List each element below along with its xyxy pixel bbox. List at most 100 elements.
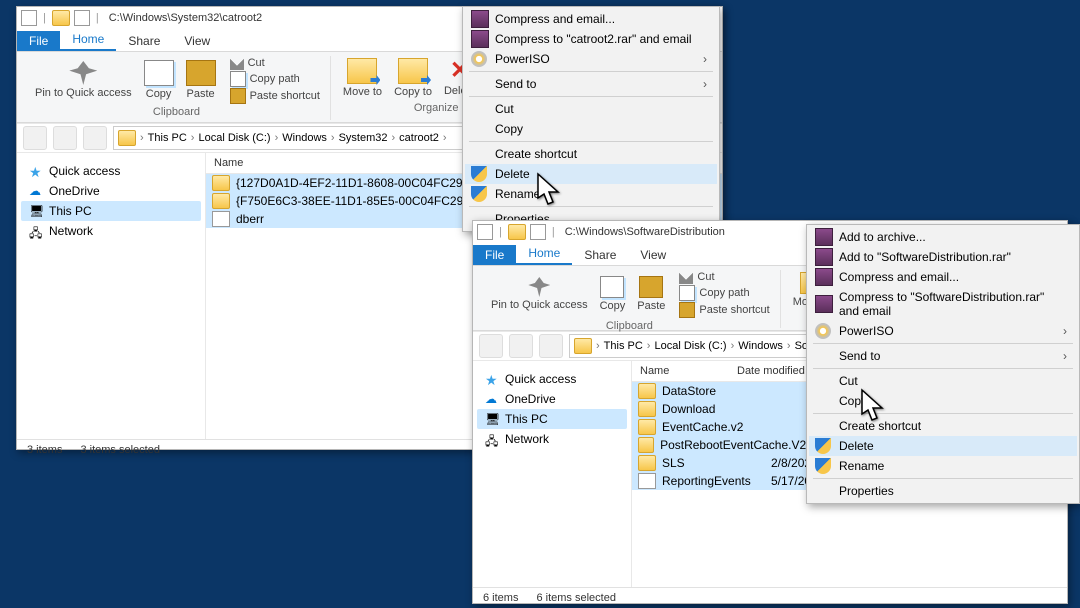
nav-item-onedrive[interactable]: ☁OneDrive xyxy=(477,389,627,409)
crumb-windows[interactable]: Windows xyxy=(282,132,327,144)
copy-button[interactable]: Copy xyxy=(596,274,630,314)
rar-icon xyxy=(815,248,833,266)
nav-item-label: This PC xyxy=(505,412,548,426)
ctx-rename[interactable]: Rename xyxy=(809,456,1077,476)
file-name: DataStore xyxy=(662,384,771,398)
title-path: C:\Windows\SoftwareDistribution xyxy=(565,226,725,238)
ctx-label: Copy xyxy=(839,394,867,408)
ctx-poweriso[interactable]: PowerISO › xyxy=(809,321,1077,341)
separator xyxy=(813,343,1073,344)
nav-item-label: This PC xyxy=(49,204,92,218)
pasteshortcut-button[interactable]: Paste shortcut xyxy=(677,302,771,318)
pasteshortcut-button[interactable]: Paste shortcut xyxy=(228,88,322,104)
system-menu-icon[interactable] xyxy=(21,10,37,26)
context-menu-2[interactable]: Add to archive...Add to "SoftwareDistrib… xyxy=(806,224,1080,504)
qat-icon[interactable] xyxy=(74,10,90,26)
copyto-button[interactable]: Copy to xyxy=(390,56,436,100)
nav-item-this-pc[interactable]: 🖥This PC xyxy=(21,201,201,221)
ctx-properties[interactable]: Properties xyxy=(809,481,1077,501)
rar-icon xyxy=(815,295,833,313)
ctx-compress-to-catroot-rar-and-email[interactable]: Compress to "catroot2.rar" and email xyxy=(465,29,717,49)
crumb-c[interactable]: Local Disk (C:) xyxy=(654,340,726,352)
tab-home[interactable]: Home xyxy=(516,243,572,265)
back-button[interactable] xyxy=(23,126,47,150)
paste-button[interactable]: Paste xyxy=(633,274,669,314)
copypath-button[interactable]: Copy path xyxy=(228,71,322,87)
copy-button[interactable]: Copy xyxy=(140,58,178,102)
separator xyxy=(813,478,1073,479)
status-selected: 6 items selected xyxy=(536,592,615,604)
up-button[interactable] xyxy=(539,334,563,358)
forward-button[interactable] xyxy=(509,334,533,358)
ctx-rename[interactable]: Rename xyxy=(465,184,717,204)
status-selected: 3 items selected xyxy=(80,444,159,456)
crumb-c[interactable]: Local Disk (C:) xyxy=(198,132,270,144)
nav-item-label: OneDrive xyxy=(49,184,100,198)
up-button[interactable] xyxy=(83,126,107,150)
ctx-copy[interactable]: Copy xyxy=(809,391,1077,411)
ctx-label: Compress and email... xyxy=(495,12,615,26)
nav-item-network[interactable]: 🖧Network xyxy=(477,429,627,449)
moveto-button[interactable]: Move to xyxy=(339,56,386,100)
ctx-add-to-softwaredistribution-rar-[interactable]: Add to "SoftwareDistribution.rar" xyxy=(809,247,1077,267)
folder-icon xyxy=(638,383,656,399)
tab-share[interactable]: Share xyxy=(572,245,628,265)
tab-file[interactable]: File xyxy=(17,31,60,51)
ctx-label: PowerISO xyxy=(839,324,894,338)
nav-item-onedrive[interactable]: ☁OneDrive xyxy=(21,181,201,201)
tab-view[interactable]: View xyxy=(628,245,678,265)
copypath-button[interactable]: Copy path xyxy=(677,285,771,301)
ctx-delete[interactable]: Delete xyxy=(809,436,1077,456)
context-menu-1[interactable]: Compress and email... Compress to "catroo… xyxy=(462,6,720,232)
submenu-arrow-icon: › xyxy=(1063,324,1067,338)
crumb-catroot2[interactable]: catroot2 xyxy=(399,132,439,144)
star-icon: ★ xyxy=(485,372,499,386)
tab-view[interactable]: View xyxy=(172,31,222,51)
crumb-thispc[interactable]: This PC xyxy=(148,132,187,144)
ctx-label: Create shortcut xyxy=(839,419,921,433)
ctx-copy[interactable]: Copy xyxy=(465,119,717,139)
back-button[interactable] xyxy=(479,334,503,358)
pin-button[interactable]: Pin to Quick access xyxy=(31,59,136,101)
ctx-label: Cut xyxy=(839,374,858,388)
cut-button[interactable]: Cut xyxy=(677,270,771,284)
ctx-create-shortcut[interactable]: Create shortcut xyxy=(465,144,717,164)
shield-icon xyxy=(815,458,831,474)
group-clipboard-label: Clipboard xyxy=(606,320,653,332)
nav-item-network[interactable]: 🖧Network xyxy=(21,221,201,241)
ctx-poweriso[interactable]: PowerISO› xyxy=(465,49,717,69)
pin-button[interactable]: Pin to Quick access xyxy=(487,275,592,313)
col-name[interactable]: Name xyxy=(632,361,729,381)
ctx-create-shortcut[interactable]: Create shortcut xyxy=(809,416,1077,436)
nav-item-quick-access[interactable]: ★Quick access xyxy=(21,161,201,181)
tab-file[interactable]: File xyxy=(473,245,516,265)
folder-icon xyxy=(52,10,70,26)
system-menu-icon[interactable] xyxy=(477,224,493,240)
submenu-arrow-icon: › xyxy=(703,77,707,91)
crumb-thispc[interactable]: This PC xyxy=(604,340,643,352)
ctx-add-to-archive-[interactable]: Add to archive... xyxy=(809,227,1077,247)
group-clipboard-label: Clipboard xyxy=(153,106,200,118)
ctx-cut[interactable]: Cut xyxy=(465,99,717,119)
cut-button[interactable]: Cut xyxy=(228,56,322,70)
crumb-windows[interactable]: Windows xyxy=(738,340,783,352)
ctx-compress-and-email-[interactable]: Compress and email... xyxy=(809,267,1077,287)
ctx-compress-and-email-[interactable]: Compress and email... xyxy=(465,9,717,29)
ctx-compress-to-softwaredistribution-rar-and-email[interactable]: Compress to "SoftwareDistribution.rar" a… xyxy=(809,287,1077,321)
cd-icon xyxy=(815,323,831,339)
ctx-send-to[interactable]: Send to› xyxy=(809,346,1077,366)
ctx-delete[interactable]: Delete xyxy=(465,164,717,184)
nav-item-this-pc[interactable]: 🖥This PC xyxy=(477,409,627,429)
crumb-system32[interactable]: System32 xyxy=(339,132,388,144)
ctx-send-to[interactable]: Send to› xyxy=(465,74,717,94)
ctx-cut[interactable]: Cut xyxy=(809,371,1077,391)
nav-item-quick-access[interactable]: ★Quick access xyxy=(477,369,627,389)
forward-button[interactable] xyxy=(53,126,77,150)
paste-button[interactable]: Paste xyxy=(182,58,220,102)
file-name: ReportingEvents xyxy=(662,474,771,488)
tab-home[interactable]: Home xyxy=(60,29,116,51)
ctx-label: Rename xyxy=(495,187,540,201)
tab-share[interactable]: Share xyxy=(116,31,172,51)
qat-icon[interactable] xyxy=(530,224,546,240)
nav-pane: ★Quick access☁OneDrive🖥This PC🖧Network xyxy=(17,153,206,439)
